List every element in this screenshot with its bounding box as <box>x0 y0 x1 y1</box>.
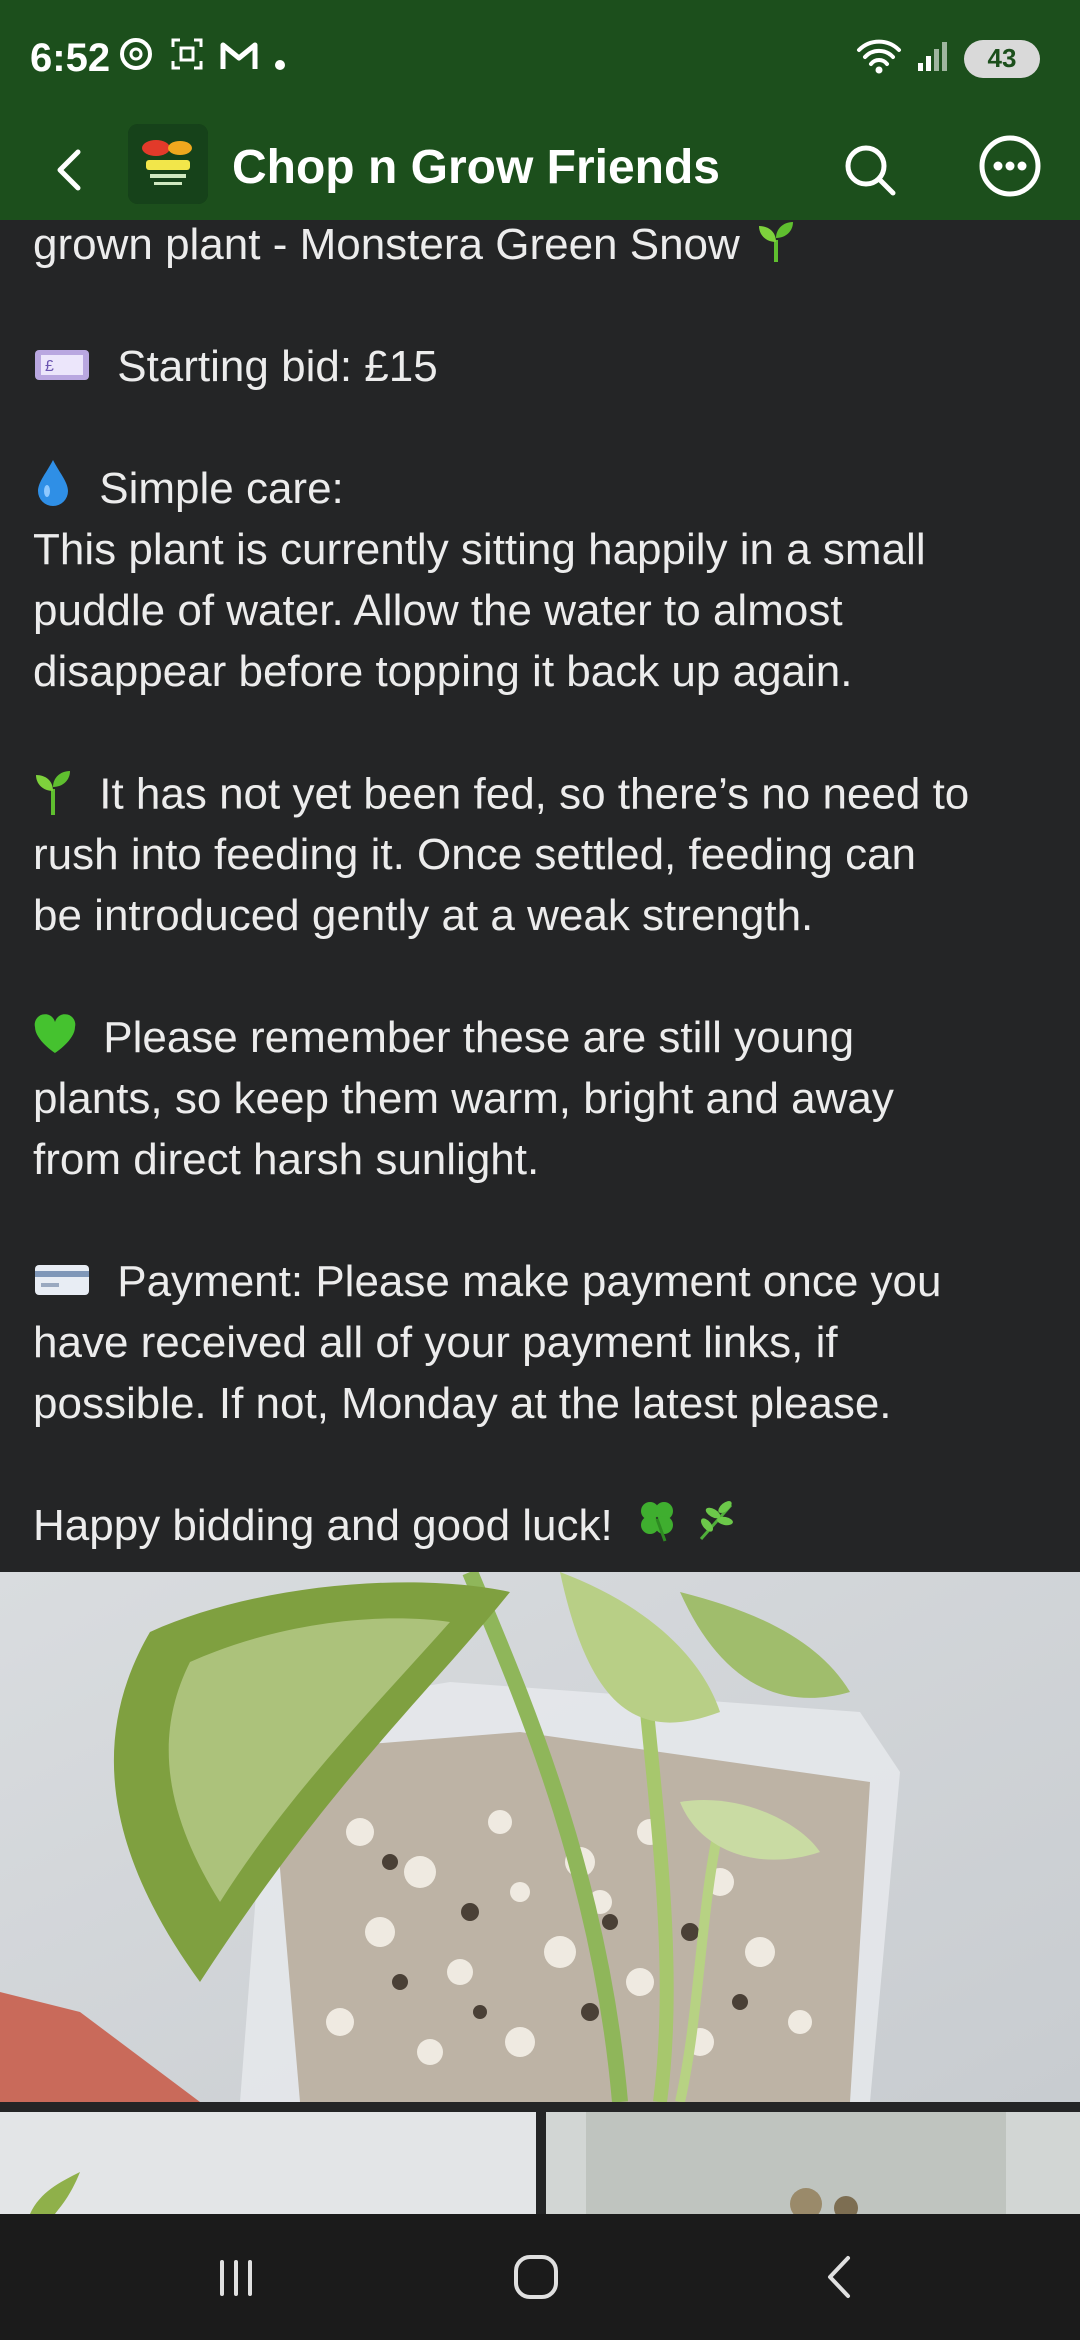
post-text-line: Please remember these are still young <box>103 1013 855 1062</box>
seedling-icon <box>756 217 796 278</box>
post-line: Happy bidding and good luck! <box>33 1495 1053 1556</box>
post-photo-thumbnails <box>0 2112 1080 2214</box>
droplet-icon <box>33 458 73 524</box>
system-back-button[interactable] <box>800 2244 880 2310</box>
status-time: 6:52 <box>30 36 111 80</box>
post-photo-main[interactable] <box>0 1572 1080 2102</box>
post-photo-thumb-2[interactable] <box>546 2112 1080 2214</box>
status-icons-right: 43 <box>856 38 1040 79</box>
battery-icon: 43 <box>964 39 1040 78</box>
clover-icon <box>635 1497 679 1559</box>
group-avatar[interactable] <box>128 124 208 204</box>
search-icon <box>845 145 896 196</box>
more-icon <box>979 135 1041 197</box>
post-photo-thumb-1[interactable] <box>0 2112 536 2214</box>
post-line: Please remember these are still young <box>33 1007 1053 1068</box>
post-text-line: from direct harsh sunlight. <box>33 1135 540 1184</box>
herb-icon <box>695 1497 739 1559</box>
post-text-line: possible. If not, Monday at the latest p… <box>33 1379 892 1428</box>
post-text-line: have received all of your payment links,… <box>33 1318 838 1367</box>
post-text-line: Simple care: <box>99 464 344 513</box>
wifi-icon <box>856 38 902 79</box>
post-text-line: rush into feeding it. Once settled, feed… <box>33 830 917 879</box>
group-title[interactable]: Chop n Grow Friends <box>232 140 720 195</box>
home-button[interactable] <box>496 2244 576 2310</box>
post-text-line: be introduced gently at a weak strength. <box>33 891 814 940</box>
screenshot-icon <box>170 37 204 80</box>
green-heart-icon <box>33 1010 77 1071</box>
status-icons-left <box>118 36 286 81</box>
post-line: Payment: Please make payment once you <box>33 1251 1053 1312</box>
post-text-line: It has not yet been fed, so there’s no n… <box>99 769 970 819</box>
post-text-line: Payment: Please make payment once you <box>117 1257 942 1306</box>
chevron-left-icon <box>57 149 81 191</box>
post-line: grown plant - Monstera Green Snow <box>33 214 1053 275</box>
post-line: Simple care: <box>33 458 1053 519</box>
more-options-button[interactable] <box>976 132 1044 200</box>
threads-icon <box>118 36 154 81</box>
post-body: grown plant - Monstera Green Snow £ Star… <box>33 214 1053 1556</box>
post-text-line: This plant is currently sitting happily … <box>33 525 926 574</box>
status-bar: 6:52 43 <box>0 0 1080 120</box>
post-line: It has not yet been fed, so there’s no n… <box>33 763 1053 824</box>
post-text-line: grown plant - Monstera Green Snow <box>33 220 740 269</box>
search-button[interactable] <box>838 138 902 202</box>
signal-icon <box>916 39 950 78</box>
dot-icon <box>274 38 286 80</box>
post-text-line: plants, so keep them warm, bright and aw… <box>33 1074 894 1123</box>
post-text-line: Happy bidding and good luck! <box>33 1501 613 1550</box>
post-text-line: Starting bid: £15 <box>117 342 438 391</box>
seedling-icon <box>33 763 73 831</box>
credit-card-icon <box>33 1254 91 1315</box>
home-icon <box>514 2255 558 2299</box>
back-button[interactable] <box>42 140 102 200</box>
recents-icon <box>220 2260 252 2296</box>
recent-apps-button[interactable] <box>196 2244 276 2310</box>
system-nav-bar <box>0 2214 1080 2340</box>
svg-text:£: £ <box>45 358 54 375</box>
post-text-line: puddle of water. Allow the water to almo… <box>33 586 843 635</box>
post-text-line: disappear before topping it back up agai… <box>33 647 853 696</box>
money-icon: £ <box>33 339 91 400</box>
post-line: £ Starting bid: £15 <box>33 336 1053 397</box>
back-icon <box>828 2256 850 2298</box>
gmail-icon <box>220 38 258 80</box>
group-header: Chop n Grow Friends <box>0 120 1080 220</box>
